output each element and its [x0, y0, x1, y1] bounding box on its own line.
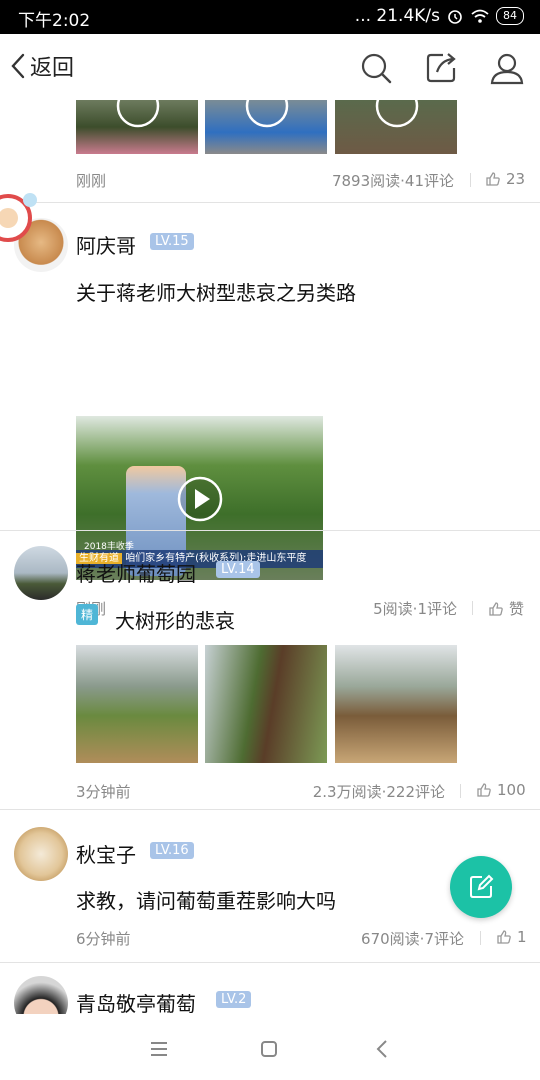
- chevron-left-icon: [11, 53, 25, 79]
- avatar[interactable]: [14, 546, 68, 600]
- thumbs-up-icon: [477, 783, 491, 797]
- post-image[interactable]: [205, 645, 327, 763]
- like-count: 100: [497, 781, 526, 799]
- thumbs-up-icon: [486, 172, 500, 186]
- status-time: 下午2:02: [18, 11, 91, 31]
- post-image[interactable]: [76, 100, 198, 154]
- like-count: 1: [517, 928, 527, 946]
- avatar[interactable]: [14, 827, 68, 881]
- back-icon[interactable]: [368, 1034, 398, 1064]
- post-stats: 7893阅读·41评论: [331, 172, 454, 190]
- avatar[interactable]: [14, 976, 68, 1014]
- post-item[interactable]: 刚刚 7893阅读·41评论 23: [0, 100, 540, 210]
- edit-icon: [470, 874, 494, 898]
- network-speed: ... 21.4K/s: [354, 6, 440, 26]
- stats-divider: [480, 931, 481, 945]
- username[interactable]: 阿庆哥: [76, 230, 136, 259]
- post-stats: 2.3万阅读·222评论: [312, 783, 445, 801]
- thumbs-up-icon: [497, 930, 511, 944]
- play-icon: [245, 100, 289, 128]
- stats-divider: [470, 173, 471, 187]
- stats-divider: [460, 784, 461, 798]
- alarm-icon: [448, 10, 462, 24]
- home-icon[interactable]: [254, 1034, 284, 1064]
- post-image[interactable]: [205, 100, 327, 154]
- search-icon[interactable]: [358, 50, 394, 86]
- play-icon[interactable]: [177, 476, 223, 522]
- level-badge: LV.2: [216, 991, 252, 1008]
- post-title[interactable]: 求教，请问葡萄重茬影响大吗: [76, 885, 336, 914]
- post-time: 6分钟前: [76, 930, 131, 948]
- username[interactable]: 秋宝子: [76, 839, 136, 868]
- post-title[interactable]: 关于蒋老师大树型悲哀之另类路: [76, 277, 356, 306]
- post-time: 刚刚: [76, 172, 107, 190]
- menu-icon[interactable]: [144, 1034, 174, 1064]
- user-icon[interactable]: [489, 50, 525, 86]
- level-badge: LV.16: [150, 842, 194, 859]
- post-image[interactable]: [335, 100, 457, 154]
- level-badge: LV.15: [150, 233, 194, 250]
- featured-badge: 精: [76, 604, 99, 625]
- play-icon: [375, 100, 419, 128]
- wifi-icon: [471, 9, 489, 23]
- username[interactable]: 蒋老师葡萄园: [76, 558, 196, 587]
- post-image[interactable]: [335, 645, 457, 763]
- floating-widget-icon[interactable]: [0, 186, 40, 256]
- compose-button[interactable]: [450, 856, 512, 918]
- system-nav-bar: [0, 1014, 540, 1080]
- post-image[interactable]: [76, 645, 198, 763]
- like-button[interactable]: 23: [485, 170, 525, 188]
- post-item[interactable]: 蒋老师葡萄园 LV.14 精 大树形的悲哀 3分钟前 2.3万阅读·222评论 …: [0, 530, 540, 816]
- username[interactable]: 青岛敬亭葡萄: [76, 988, 196, 1014]
- like-button[interactable]: 100: [476, 781, 526, 799]
- back-button[interactable]: 返回: [8, 50, 74, 82]
- like-button[interactable]: 1: [496, 928, 527, 946]
- post-item[interactable]: 青岛敬亭葡萄 LV.2: [0, 962, 540, 1014]
- post-title[interactable]: 大树形的悲哀: [115, 605, 235, 634]
- level-badge: LV.14: [216, 561, 260, 578]
- post-time: 3分钟前: [76, 783, 131, 801]
- battery-indicator: 84: [496, 7, 524, 25]
- like-count: 23: [506, 170, 526, 188]
- play-icon: [116, 100, 160, 128]
- share-icon[interactable]: [423, 50, 459, 86]
- status-bar: 下午2:02 ... 21.4K/s 84: [0, 0, 540, 34]
- top-nav: 返回: [0, 34, 540, 100]
- back-label: 返回: [30, 56, 75, 81]
- post-stats: 670阅读·7评论: [361, 930, 464, 948]
